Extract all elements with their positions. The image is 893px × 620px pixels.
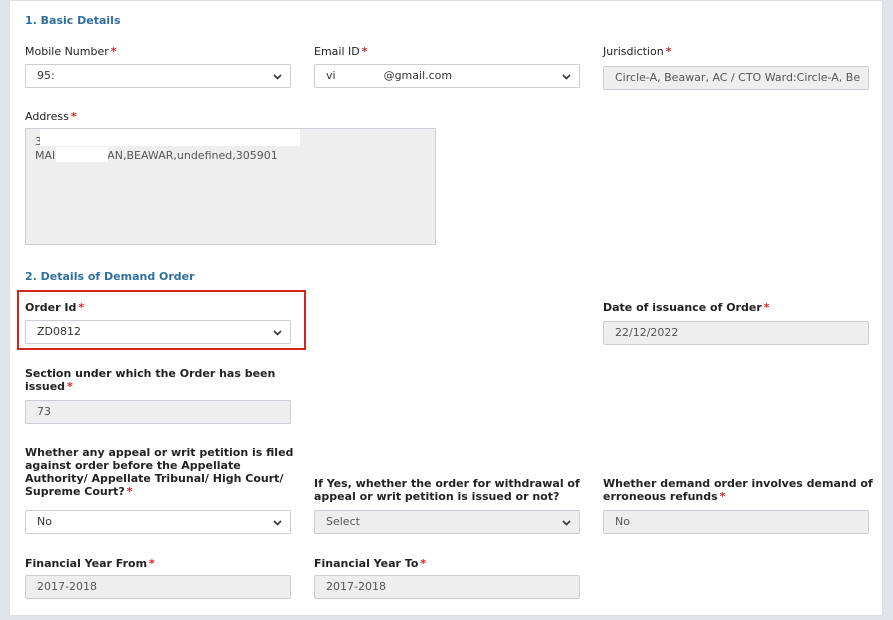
erroneous-refunds-label: Whether demand order involves demand of … (603, 477, 873, 503)
mobile-number-label: Mobile Number * (25, 45, 117, 58)
required-asterisk: * (126, 485, 133, 498)
jurisdiction-label: Jurisdiction * (603, 45, 672, 58)
mobile-number-value: 95: (37, 69, 55, 82)
email-value-prefix: vi (326, 69, 336, 82)
required-asterisk: * (78, 301, 85, 314)
order-id-value: ZD0812 (37, 325, 81, 338)
required-asterisk: * (110, 45, 117, 58)
fy-to-field: 2017-2018 (314, 575, 580, 599)
date-issuance-label: Date of issuance of Order * (603, 301, 770, 314)
withdrawal-label: If Yes, whether the order for withdrawal… (314, 477, 580, 503)
required-asterisk: * (361, 45, 368, 58)
required-asterisk: * (665, 45, 672, 58)
chevron-down-icon (273, 72, 282, 81)
chevron-down-icon (562, 72, 571, 81)
fy-from-label: Financial Year From * (25, 557, 155, 570)
order-id-label: Order Id * (25, 301, 85, 314)
fy-to-label: Financial Year To * (314, 557, 427, 570)
address-label: Address * (25, 110, 77, 123)
appeal-filed-value: No (37, 515, 52, 528)
email-id-select[interactable]: vi @gmail.com (314, 64, 580, 88)
required-asterisk: * (420, 557, 427, 570)
erroneous-refunds-field: No (603, 510, 869, 534)
section-under-label: Section under which the Order has been i… (25, 367, 276, 393)
email-id-label: Email ID * (314, 45, 368, 58)
date-issuance-field: 22/12/2022 (603, 321, 869, 345)
redaction-mask (40, 129, 300, 146)
chevron-down-icon (273, 328, 282, 337)
required-asterisk: * (763, 301, 770, 314)
fy-from-field: 2017-2018 (25, 575, 291, 599)
jurisdiction-field: Circle-A, Beawar, AC / CTO Ward:Circle-A… (603, 66, 869, 90)
section-under-field: 73 (25, 400, 291, 424)
chevron-down-icon (273, 518, 282, 527)
required-asterisk: * (719, 490, 726, 503)
order-id-select[interactable]: ZD0812 (25, 320, 291, 344)
section-title-basic-details: 1. Basic Details (25, 14, 121, 27)
withdrawal-select[interactable]: Select (314, 510, 580, 534)
appeal-filed-select[interactable]: No (25, 510, 291, 534)
chevron-down-icon (562, 518, 571, 527)
mobile-number-select[interactable]: 95: (25, 64, 291, 88)
redaction-mask (56, 147, 108, 162)
section-title-demand-order: 2. Details of Demand Order (25, 270, 195, 283)
appeal-filed-label: Whether any appeal or writ petition is f… (25, 446, 294, 498)
required-asterisk: * (70, 110, 77, 123)
withdrawal-value: Select (326, 515, 360, 528)
required-asterisk: * (67, 380, 73, 393)
email-value-suffix: @gmail.com (383, 69, 453, 82)
required-asterisk: * (149, 557, 155, 570)
